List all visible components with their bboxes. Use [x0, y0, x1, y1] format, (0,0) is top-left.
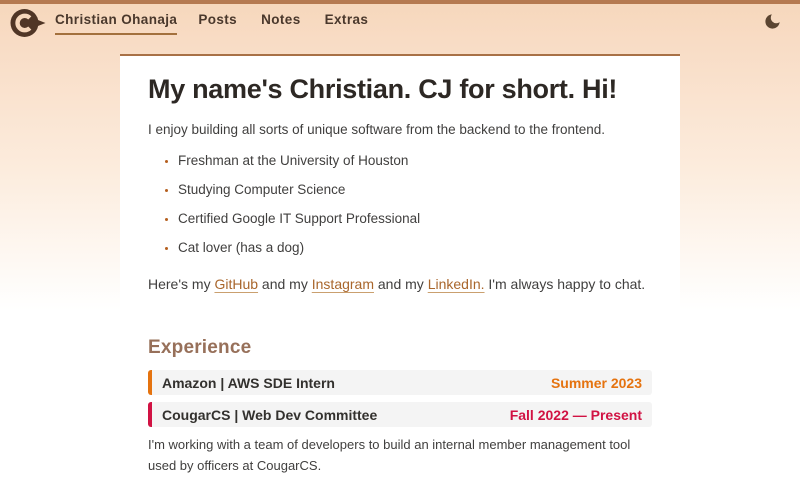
page-title: My name's Christian. CJ for short. Hi! — [148, 74, 652, 105]
content-card: My name's Christian. CJ for short. Hi! I… — [120, 54, 680, 500]
links-line-text: and my — [258, 276, 312, 292]
about-list-item: Cat lover (has a dog) — [178, 240, 652, 255]
instagram-link[interactable]: Instagram — [312, 276, 374, 292]
experience-row-cougarcs: CougarCS | Web Dev Committee Fall 2022 —… — [148, 402, 652, 427]
about-list: Freshman at the University of Houston St… — [148, 153, 652, 255]
nav-item-posts[interactable]: Posts — [198, 12, 237, 35]
links-line-text: I'm always happy to chat. — [485, 276, 646, 292]
experience-title: CougarCS | Web Dev Committee — [162, 407, 377, 423]
nav-item-notes[interactable]: Notes — [261, 12, 301, 35]
theme-toggle-button[interactable] — [761, 10, 784, 37]
experience-title: Amazon | AWS SDE Intern — [162, 375, 335, 391]
experience-row-amazon: Amazon | AWS SDE Intern Summer 2023 — [148, 370, 652, 395]
page-background: Christian Ohanaja Posts Notes Extras My … — [0, 0, 800, 450]
main-nav: Posts Notes Extras — [198, 12, 368, 35]
experience-period: Fall 2022 — Present — [510, 407, 642, 423]
site-logo[interactable] — [10, 8, 46, 38]
github-link[interactable]: GitHub — [214, 276, 258, 292]
experience-description: I'm working with a team of developers to… — [148, 434, 652, 476]
experience-section: Experience Amazon | AWS SDE Intern Summe… — [148, 337, 652, 476]
links-line-text: and my — [374, 276, 428, 292]
about-list-item: Freshman at the University of Houston — [178, 153, 652, 168]
links-line-text: Here's my — [148, 276, 214, 292]
site-header: Christian Ohanaja Posts Notes Extras — [0, 4, 800, 42]
site-name-link[interactable]: Christian Ohanaja — [55, 12, 177, 35]
experience-heading: Experience — [148, 337, 652, 359]
nav-item-extras[interactable]: Extras — [325, 12, 369, 35]
social-links-line: Here's my GitHub and my Instagram and my… — [148, 276, 652, 292]
experience-period: Summer 2023 — [551, 375, 642, 391]
c-arrow-logo-icon — [10, 8, 46, 38]
linkedin-link[interactable]: LinkedIn. — [428, 276, 485, 292]
intro-text: I enjoy building all sorts of unique sof… — [148, 122, 652, 137]
about-list-item: Studying Computer Science — [178, 182, 652, 197]
moon-icon — [763, 12, 782, 31]
about-list-item: Certified Google IT Support Professional — [178, 211, 652, 226]
